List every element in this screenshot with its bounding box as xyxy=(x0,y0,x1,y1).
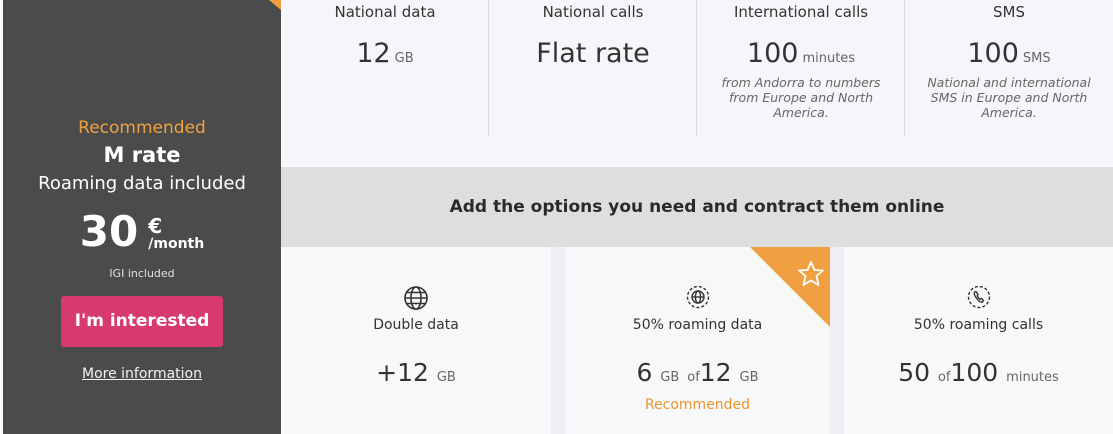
option-of: of xyxy=(937,370,951,385)
price-row: 30 € /month xyxy=(3,208,281,256)
option-total: 100 xyxy=(950,358,999,387)
more-information-link[interactable]: More information xyxy=(3,366,281,382)
option-roaming-calls[interactable]: 50% roaming calls 50 of100 minutes xyxy=(844,247,1113,434)
options-area: Double data +12 GB 50% roaming data 6 GB… xyxy=(281,247,1113,434)
option-roaming-data[interactable]: 50% roaming data 6 GB of12 GB Recommende… xyxy=(565,247,830,434)
option-amount: 50 xyxy=(898,358,931,387)
option-amount: 6 xyxy=(636,358,653,387)
globe-icon xyxy=(281,285,551,310)
price-period: /month xyxy=(148,236,205,252)
feature-title: SMS xyxy=(993,3,1025,21)
feature-amount: 100 xyxy=(967,38,1019,69)
feature-national-data: National data 12 GB xyxy=(281,0,489,167)
feature-national-calls: National calls Flat rate xyxy=(489,0,697,167)
option-double-data[interactable]: Double data +12 GB xyxy=(281,247,551,434)
recommended-tag: Recommended xyxy=(78,118,206,138)
option-value: 6 GB of12 GB xyxy=(565,358,830,387)
feature-international-calls: International calls 100 minutes from Ando… xyxy=(697,0,905,167)
options-banner: Add the options you need and contract th… xyxy=(281,167,1113,247)
interested-button[interactable]: I'm interested xyxy=(61,296,223,347)
option-title: Double data xyxy=(373,317,459,333)
tax-note: IGI included xyxy=(109,267,175,280)
price-value: 30 xyxy=(79,207,139,256)
option-total: 12 xyxy=(699,358,732,387)
option-unit: GB xyxy=(660,370,680,385)
feature-amount: 12 xyxy=(356,38,391,69)
feature-title: International calls xyxy=(733,3,869,21)
plan-subtitle: Roaming data included xyxy=(38,173,246,194)
feature-amount: 100 xyxy=(746,38,799,69)
price-units: € /month xyxy=(148,216,204,252)
option-unit: GB xyxy=(436,370,456,385)
option-recommended-tag: Recommended xyxy=(644,397,751,413)
phone-call-icon xyxy=(844,285,1113,309)
feature-title: National data xyxy=(334,3,436,21)
option-value: +12 GB xyxy=(281,358,551,387)
plan-name: M rate xyxy=(103,143,181,167)
option-total-unit: GB xyxy=(739,370,759,385)
feature-unit: GB xyxy=(394,51,414,66)
feature-title: National calls xyxy=(542,3,644,21)
feature-value: 12 GB xyxy=(281,38,489,69)
feature-note: National and international SMS in Europe… xyxy=(927,75,1091,120)
feature-note: from Andorra to numbers from Europe and … xyxy=(721,75,881,120)
feature-value: 100 minutes xyxy=(697,38,905,69)
price-currency: € xyxy=(148,214,163,238)
feature-value: 100 SMS xyxy=(905,38,1113,69)
plan-card: Recommended M rate Roaming data included… xyxy=(3,0,281,434)
star-icon xyxy=(797,260,825,292)
option-title: 50% roaming calls xyxy=(913,317,1044,333)
plan-features: National data 12 GB National calls Flat r… xyxy=(281,0,1113,167)
corner-accent xyxy=(269,0,281,10)
feature-unit: minutes xyxy=(802,51,856,66)
option-amount: +12 xyxy=(376,358,429,387)
option-total-unit: minutes xyxy=(1006,370,1059,385)
feature-sms: SMS 100 SMS National and international SM… xyxy=(905,0,1113,167)
option-of: of xyxy=(687,370,700,385)
option-value: 50 of100 minutes xyxy=(844,358,1113,387)
feature-value: Flat rate xyxy=(536,38,650,69)
feature-unit: SMS xyxy=(1022,51,1051,66)
